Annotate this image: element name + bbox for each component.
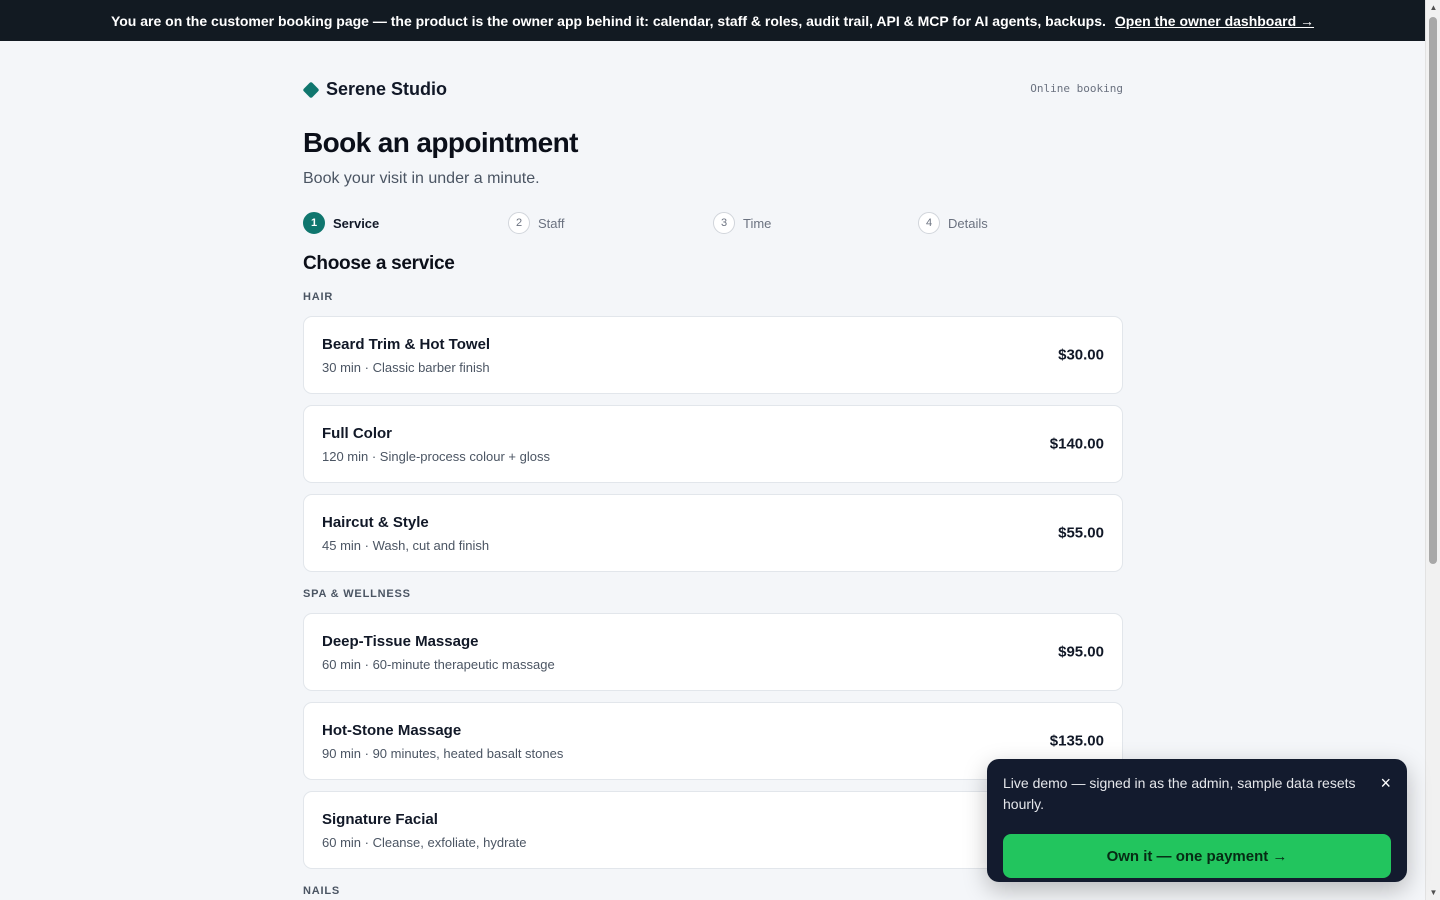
service-price: $135.00 <box>1049 732 1104 750</box>
step-service[interactable]: 1 Service <box>303 211 508 235</box>
toast-message: Live demo — signed in as the admin, samp… <box>1003 775 1356 812</box>
service-details: 45 min · Wash, cut and finish <box>322 538 490 553</box>
demo-toast: Live demo — signed in as the admin, samp… <box>987 759 1407 882</box>
service-price: $30.00 <box>1058 346 1104 364</box>
scrollbar-thumb[interactable] <box>1429 17 1437 564</box>
service-name: Haircut & Style <box>322 514 429 531</box>
service-price: $140.00 <box>1049 435 1104 453</box>
step-number: 2 <box>508 212 530 234</box>
step-label: Details <box>948 215 988 231</box>
step-time[interactable]: 3 Time <box>713 211 918 235</box>
booking-steps: 1 Service 2 Staff 3 Time 4 Details <box>303 211 1123 235</box>
step-label: Staff <box>538 215 565 231</box>
diamond-logo-icon <box>302 81 320 98</box>
own-it-button[interactable]: Own it — one payment → <box>1003 834 1391 878</box>
close-icon[interactable]: × <box>1380 773 1391 793</box>
service-name: Full Color <box>322 425 392 442</box>
service-card-beard-trim[interactable]: Beard Trim & Hot Towel 30 min · Classic … <box>303 316 1123 394</box>
service-price: $55.00 <box>1058 524 1104 542</box>
scroll-up-arrow-icon[interactable]: ▲ <box>1426 0 1440 15</box>
step-number: 1 <box>303 212 325 234</box>
demo-banner: You are on the customer booking page — t… <box>0 0 1425 41</box>
page-subtitle: Book your visit in under a minute. <box>303 170 540 187</box>
category-title-spa-wellness: SPA & WELLNESS <box>303 588 411 600</box>
service-name: Deep-Tissue Massage <box>322 633 479 650</box>
step-details[interactable]: 4 Details <box>918 211 1123 235</box>
owner-dashboard-link[interactable]: Open the owner dashboard → <box>1115 13 1314 29</box>
service-name: Hot-Stone Massage <box>322 722 462 739</box>
online-booking-label: Online booking <box>1030 82 1123 95</box>
service-card-deep-tissue-massage[interactable]: Deep-Tissue Massage 60 min · 60-minute t… <box>303 613 1123 691</box>
service-card-full-color[interactable]: Full Color 120 min · Single-process colo… <box>303 405 1123 483</box>
category-title-nails: NAILS <box>303 885 340 897</box>
brand-name: Serene Studio <box>326 79 448 99</box>
service-details: 90 min · 90 minutes, heated basalt stone… <box>322 746 564 761</box>
service-name: Beard Trim & Hot Towel <box>322 336 491 353</box>
step-label: Time <box>743 215 772 231</box>
step-number: 4 <box>918 212 940 234</box>
step-number: 3 <box>713 212 735 234</box>
step-staff[interactable]: 2 Staff <box>508 211 713 235</box>
category-title-hair: HAIR <box>303 291 334 303</box>
section-title: Choose a service <box>303 253 455 274</box>
service-details: 60 min · 60-minute therapeutic massage <box>322 657 555 672</box>
step-label: Service <box>333 215 380 231</box>
service-details: 120 min · Single-process colour + gloss <box>322 449 550 464</box>
scroll-down-arrow-icon[interactable]: ▼ <box>1426 885 1440 900</box>
banner-text: You are on the customer booking page — t… <box>110 12 1106 29</box>
service-details: 30 min · Classic barber finish <box>322 360 490 375</box>
service-card-haircut-style[interactable]: Haircut & Style 45 min · Wash, cut and f… <box>303 494 1123 572</box>
brand[interactable]: Serene Studio <box>302 79 448 100</box>
site-header: Serene Studio Online booking <box>302 41 1123 136</box>
page-scrollbar[interactable]: ▲ ▼ <box>1425 0 1440 900</box>
service-price: $95.00 <box>1058 643 1104 661</box>
